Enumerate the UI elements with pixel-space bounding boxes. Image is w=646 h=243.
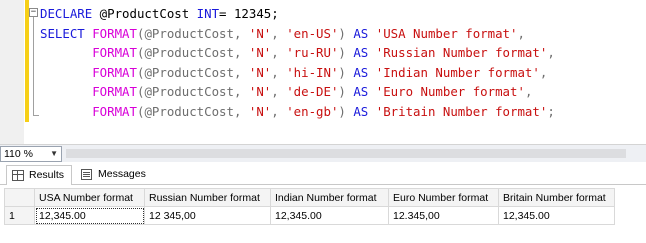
- column-header[interactable]: Russian Number format: [144, 188, 271, 207]
- code-token: 'N': [248, 45, 272, 60]
- code-token: FORMAT: [40, 84, 137, 99]
- column-header[interactable]: USA Number format: [34, 188, 145, 207]
- code-token: = 12345;: [219, 6, 279, 21]
- code-token: 'N': [248, 84, 272, 99]
- code-token: 'Russian Number format': [375, 45, 548, 60]
- code-token: ,: [517, 25, 525, 41]
- code-token: ,: [547, 45, 555, 60]
- code-token: 'en-US': [286, 25, 339, 41]
- tab-results-label: Results: [29, 169, 65, 181]
- code-text[interactable]: DECLARE @ProductCost INT= 12345; SELECT F…: [40, 4, 555, 121]
- code-token: 'ru-RU': [286, 45, 339, 60]
- code-token: AS: [353, 25, 376, 41]
- outline-end: [33, 115, 39, 116]
- code-token: FORMAT: [40, 64, 137, 80]
- code-token: AS: [353, 84, 376, 99]
- code-line[interactable]: DECLARE @ProductCost INT= 12345;: [40, 4, 555, 24]
- code-line[interactable]: FORMAT(@ProductCost, 'N', 'de-DE') AS 'E…: [40, 82, 555, 102]
- code-token: FORMAT: [92, 25, 137, 41]
- code-token: 'Britain Number format': [375, 103, 548, 119]
- tab-messages-label: Messages: [98, 168, 146, 180]
- code-token: ;: [547, 103, 555, 119]
- code-token: ): [338, 45, 354, 60]
- code-token: FORMAT: [40, 103, 137, 119]
- chevron-down-icon: ▼: [50, 149, 58, 158]
- table-cell[interactable]: 12 345,00: [144, 206, 271, 225]
- code-token: 'USA Number format': [375, 25, 518, 41]
- code-token: 'de-DE': [286, 84, 339, 99]
- table-cell[interactable]: 12.345,00: [388, 206, 499, 225]
- code-token: SELECT: [40, 25, 93, 41]
- messages-icon: [81, 169, 92, 180]
- results-table: USA Number format Russian Number format …: [4, 188, 615, 225]
- code-line[interactable]: FORMAT(@ProductCost, 'N', 'hi-IN') AS 'I…: [40, 63, 555, 83]
- code-token: (@ProductCost,: [136, 25, 249, 41]
- code-token: ,: [271, 64, 287, 80]
- code-token: 'en-gb': [286, 103, 339, 119]
- code-token: (@ProductCost,: [136, 45, 249, 60]
- row-number[interactable]: 1: [4, 206, 35, 225]
- code-token: INT: [196, 6, 220, 21]
- code-token: 'Indian Number format': [375, 64, 540, 80]
- code-token: ,: [271, 45, 287, 60]
- code-token: ,: [524, 84, 533, 99]
- code-token: AS: [353, 103, 376, 119]
- code-token: ): [338, 64, 354, 80]
- grid-icon: [12, 170, 24, 181]
- code-token: (@ProductCost,: [136, 84, 249, 99]
- editor-status-bar: 110 % ▼: [0, 144, 646, 162]
- code-token: ,: [271, 25, 287, 41]
- code-token: 'N': [248, 64, 272, 80]
- code-token: 'N': [248, 25, 272, 41]
- outline-line: [33, 17, 34, 115]
- code-token: ,: [271, 103, 287, 119]
- code-token: FORMAT: [40, 45, 137, 60]
- results-grid: USA Number format Russian Number format …: [0, 186, 646, 243]
- code-token: 'N': [248, 103, 272, 119]
- table-row: 1 12,345.00 12 345,00 12,345.00 12.345,0…: [4, 206, 615, 225]
- sql-editor[interactable]: − DECLARE @ProductCost INT= 12345; SELECT…: [0, 0, 646, 144]
- code-token: (@ProductCost,: [136, 64, 249, 80]
- code-token: ,: [271, 84, 287, 99]
- table-cell[interactable]: 12,345.00: [270, 206, 389, 225]
- code-token: ): [338, 103, 354, 119]
- change-tracking-bar: [25, 0, 29, 122]
- tab-results[interactable]: Results: [6, 165, 72, 185]
- grid-corner[interactable]: [4, 188, 35, 207]
- code-line[interactable]: FORMAT(@ProductCost, 'N', 'en-gb') AS 'B…: [40, 102, 555, 122]
- horizontal-scrollbar[interactable]: [66, 149, 626, 158]
- column-header[interactable]: Indian Number format: [270, 188, 389, 207]
- editor-margin: [0, 0, 24, 144]
- code-token: AS: [353, 45, 376, 60]
- code-token: @ProductCost: [92, 6, 197, 21]
- table-cell[interactable]: 12,345.00: [498, 206, 615, 225]
- code-line[interactable]: SELECT FORMAT(@ProductCost, 'N', 'en-US'…: [40, 24, 555, 44]
- code-token: ): [338, 84, 354, 99]
- zoom-value: 110 %: [4, 148, 33, 160]
- code-token: 'Euro Number format': [375, 84, 525, 99]
- zoom-dropdown[interactable]: 110 % ▼: [0, 146, 62, 162]
- tab-messages[interactable]: Messages: [76, 165, 152, 185]
- code-token: ): [338, 25, 354, 41]
- results-tab-bar: Results Messages: [0, 163, 646, 185]
- collapse-icon[interactable]: −: [29, 8, 38, 17]
- code-token: ,: [539, 64, 548, 80]
- header-row: USA Number format Russian Number format …: [4, 188, 615, 207]
- code-line[interactable]: FORMAT(@ProductCost, 'N', 'ru-RU') AS 'R…: [40, 43, 555, 63]
- table-cell[interactable]: 12,345.00: [34, 206, 145, 225]
- code-token: AS: [353, 64, 376, 80]
- code-token: DECLARE: [40, 6, 93, 21]
- column-header[interactable]: Britain Number format: [498, 188, 615, 207]
- code-token: (@ProductCost,: [136, 103, 249, 119]
- column-header[interactable]: Euro Number format: [388, 188, 499, 207]
- code-token: 'hi-IN': [286, 64, 339, 80]
